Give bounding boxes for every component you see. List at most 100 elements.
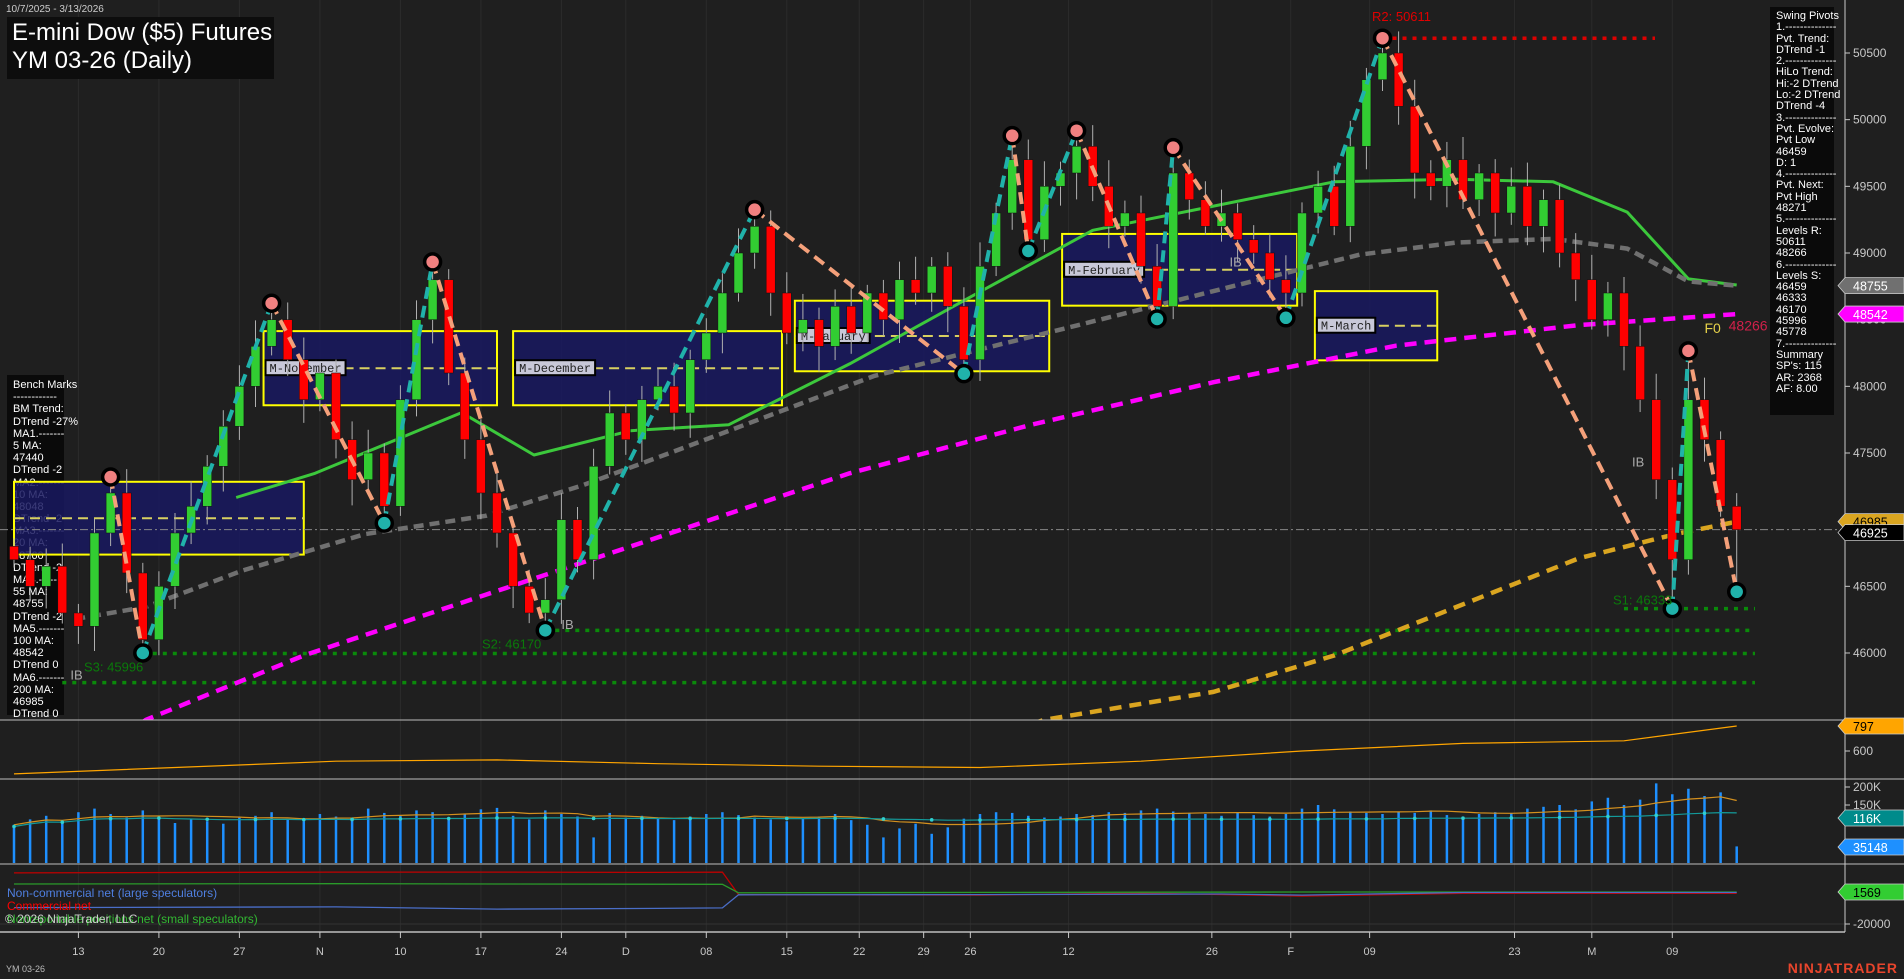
candle-body[interactable] (493, 493, 502, 533)
candle-body[interactable] (476, 440, 485, 493)
candle-body[interactable] (1169, 173, 1178, 306)
candle-body[interactable] (750, 226, 759, 253)
price-chart[interactable]: M-NovemberM-DecemberM-JanuaryM-FebruaryM… (0, 0, 1904, 979)
candle-body[interactable] (364, 453, 373, 480)
candle-body[interactable] (815, 320, 824, 347)
chart-annotation: IB (70, 668, 82, 683)
candle-body[interactable] (573, 520, 582, 560)
candle-body[interactable] (428, 280, 437, 320)
candle-body[interactable] (943, 266, 952, 306)
candle-body[interactable] (621, 413, 630, 440)
swing-low-marker[interactable] (956, 366, 972, 382)
candle-body[interactable] (718, 293, 727, 333)
swing-high-marker[interactable] (264, 295, 280, 311)
candle-body[interactable] (895, 280, 904, 320)
candle-body[interactable] (702, 333, 711, 360)
candle-body[interactable] (42, 566, 51, 586)
candle-body[interactable] (251, 346, 260, 386)
candle-body[interactable] (10, 546, 19, 559)
candle-body[interactable] (686, 360, 695, 413)
candle-body[interactable] (1523, 186, 1532, 226)
swing-high-marker[interactable] (1375, 30, 1391, 46)
candle-body[interactable] (654, 386, 663, 399)
candle-body[interactable] (396, 400, 405, 507)
candle-body[interactable] (1120, 213, 1129, 226)
candle-body[interactable] (1185, 173, 1194, 200)
candle-body[interactable] (1636, 346, 1645, 399)
candle-body[interactable] (1265, 253, 1274, 280)
volume-average-dot (1220, 817, 1224, 821)
swing-high-marker[interactable] (747, 202, 763, 218)
chart-annotation: IB (1632, 454, 1644, 469)
candle-body[interactable] (605, 413, 614, 466)
price-panel[interactable]: M-NovemberM-DecemberM-JanuaryM-FebruaryM… (0, 9, 1845, 746)
candle-body[interactable] (589, 466, 598, 559)
atr-tick-label: 600 (1853, 744, 1873, 758)
candle-body[interactable] (847, 306, 856, 333)
candle-body[interactable] (911, 280, 920, 293)
volume-average-dot (157, 816, 161, 820)
candle-body[interactable] (1233, 213, 1242, 240)
candle-body[interactable] (1314, 186, 1323, 213)
candle-body[interactable] (1539, 200, 1548, 227)
swing-low-marker[interactable] (1278, 310, 1294, 326)
swing-low-marker[interactable] (1149, 311, 1165, 327)
candle-body[interactable] (1137, 213, 1146, 266)
candle-body[interactable] (670, 386, 679, 413)
candle-body[interactable] (1475, 173, 1484, 200)
swing-low-marker[interactable] (1020, 243, 1036, 259)
candle-body[interactable] (1362, 80, 1371, 147)
candle-body[interactable] (1491, 173, 1500, 213)
swing-high-marker[interactable] (1680, 343, 1696, 359)
level-label: S1: 46333 (1613, 593, 1672, 608)
candle-body[interactable] (26, 560, 35, 587)
candle-body[interactable] (734, 253, 743, 293)
candle-body[interactable] (541, 600, 550, 613)
candle-body[interactable] (58, 566, 67, 613)
candle-body[interactable] (782, 293, 791, 333)
candle-body[interactable] (299, 360, 308, 400)
swing-high-marker[interactable] (1004, 128, 1020, 144)
atr-line (14, 726, 1737, 774)
candle-body[interactable] (1024, 160, 1033, 240)
swing-low-marker[interactable] (1729, 584, 1745, 600)
candle-body[interactable] (1732, 506, 1741, 529)
swing-low-marker[interactable] (376, 515, 392, 531)
candle-body[interactable] (927, 266, 936, 293)
volume-average-dot (737, 817, 741, 821)
volume-average-dot (1365, 817, 1369, 821)
candle-body[interactable] (831, 306, 840, 346)
candle-body[interactable] (1008, 160, 1017, 213)
candle-body[interactable] (1716, 440, 1725, 507)
candle-body[interactable] (1603, 293, 1612, 320)
candle-body[interactable] (1072, 146, 1081, 173)
candle-body[interactable] (766, 226, 775, 293)
candle-body[interactable] (1620, 293, 1629, 346)
swing-high-marker[interactable] (103, 469, 119, 485)
candle-body[interactable] (1249, 240, 1258, 253)
candle-body[interactable] (1426, 173, 1435, 186)
candle-body[interactable] (74, 613, 83, 626)
candle-body[interactable] (90, 533, 99, 626)
candle-body[interactable] (460, 373, 469, 440)
candle-body[interactable] (1378, 53, 1387, 80)
swing-high-marker[interactable] (425, 254, 441, 270)
candle-body[interactable] (1652, 400, 1661, 480)
candle-body[interactable] (1281, 280, 1290, 293)
volume-average-dot (1558, 816, 1562, 820)
candle-body[interactable] (267, 320, 276, 347)
price-tick-label: 48000 (1853, 379, 1887, 393)
candle-body[interactable] (1571, 253, 1580, 280)
level-label: S3: 45996 (84, 660, 143, 675)
candle-body[interactable] (1587, 280, 1596, 320)
time-tick-label: N (316, 946, 324, 958)
swing-high-marker[interactable] (1069, 123, 1085, 139)
candle-body[interactable] (798, 320, 807, 333)
candle-body[interactable] (1684, 400, 1693, 560)
swing-high-marker[interactable] (1165, 140, 1181, 156)
candle-body[interactable] (1346, 146, 1355, 226)
candle-body[interactable] (1410, 106, 1419, 173)
candle-body[interactable] (1507, 186, 1516, 213)
cot-noncommercial-line (14, 893, 1737, 910)
candle-body[interactable] (1555, 200, 1564, 253)
